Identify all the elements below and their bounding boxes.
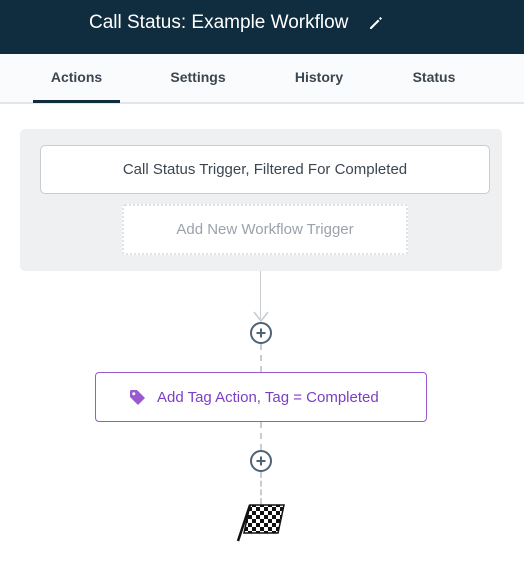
add-step-button[interactable]	[250, 322, 272, 344]
checkered-flag-icon	[236, 503, 286, 543]
workflow-header: Call Status: Example Workflow	[0, 0, 524, 54]
workflow-title: Call Status: Example Workflow	[89, 12, 349, 33]
add-trigger-button[interactable]: Add New Workflow Trigger	[122, 204, 408, 255]
action-label: Add Tag Action, Tag = Completed	[157, 389, 379, 406]
tab-status[interactable]: Status	[391, 54, 477, 104]
plus-icon	[256, 328, 266, 338]
connector-arrow-icon	[253, 310, 269, 323]
add-step-button[interactable]	[250, 450, 272, 472]
plus-icon	[256, 456, 266, 466]
tab-history[interactable]: History	[276, 54, 362, 104]
tag-icon	[129, 389, 146, 406]
pencil-icon[interactable]	[368, 15, 384, 31]
tab-bar: Actions Settings History Status	[0, 54, 524, 104]
connector-dashed-line	[260, 344, 262, 372]
action-card[interactable]: Add Tag Action, Tag = Completed	[95, 372, 427, 422]
connector-dashed-line	[260, 422, 262, 450]
trigger-card[interactable]: Call Status Trigger, Filtered For Comple…	[40, 145, 490, 194]
trigger-panel: Call Status Trigger, Filtered For Comple…	[20, 129, 502, 271]
connector-dashed-line	[260, 472, 262, 504]
tab-actions[interactable]: Actions	[33, 54, 120, 103]
tab-settings[interactable]: Settings	[155, 54, 241, 104]
